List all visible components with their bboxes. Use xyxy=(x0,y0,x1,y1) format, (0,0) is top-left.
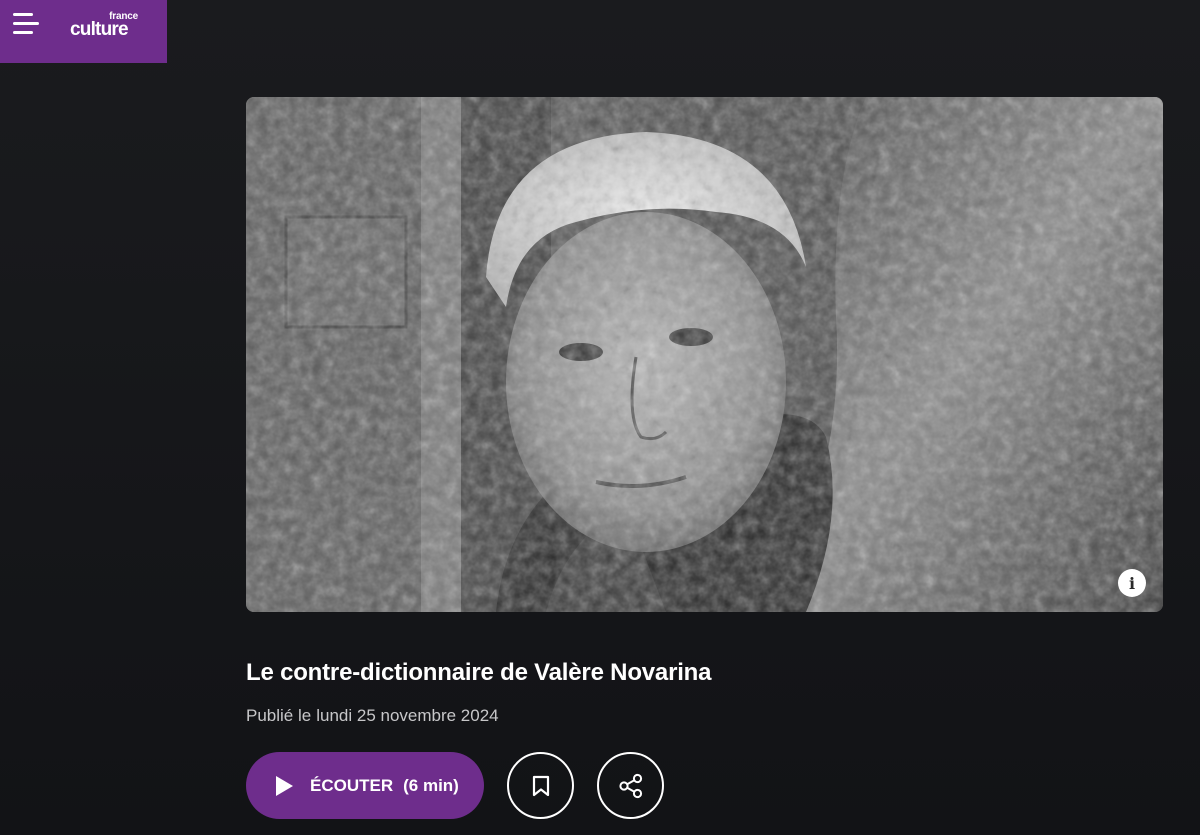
info-icon[interactable]: i xyxy=(1118,569,1146,597)
play-icon xyxy=(276,775,293,796)
share-icon xyxy=(618,773,642,798)
listen-button[interactable]: ÉCOUTER (6 min) xyxy=(246,752,484,819)
portrait-photo xyxy=(246,97,1163,612)
france-culture-logo[interactable]: france culture xyxy=(70,10,150,42)
listen-label: ÉCOUTER xyxy=(310,775,394,795)
share-button[interactable] xyxy=(597,752,664,819)
bookmark-icon xyxy=(532,775,549,796)
listen-duration: (6 min) xyxy=(403,775,459,795)
bookmark-button[interactable] xyxy=(507,752,574,819)
published-prefix: Publié le xyxy=(246,706,312,725)
article-title: Le contre-dictionnaire de Valère Novarin… xyxy=(246,659,712,686)
hero-image: i xyxy=(246,97,1163,612)
hamburger-menu-icon[interactable] xyxy=(13,11,41,37)
published-line: Publié le lundi 25 novembre 2024 xyxy=(246,706,499,726)
logo-main-text: culture xyxy=(70,19,129,40)
page: france culture i Le contre-dictionnaire … xyxy=(0,0,1200,835)
published-date: lundi 25 novembre 2024 xyxy=(316,706,499,725)
header-brand-block: france culture xyxy=(0,0,167,63)
